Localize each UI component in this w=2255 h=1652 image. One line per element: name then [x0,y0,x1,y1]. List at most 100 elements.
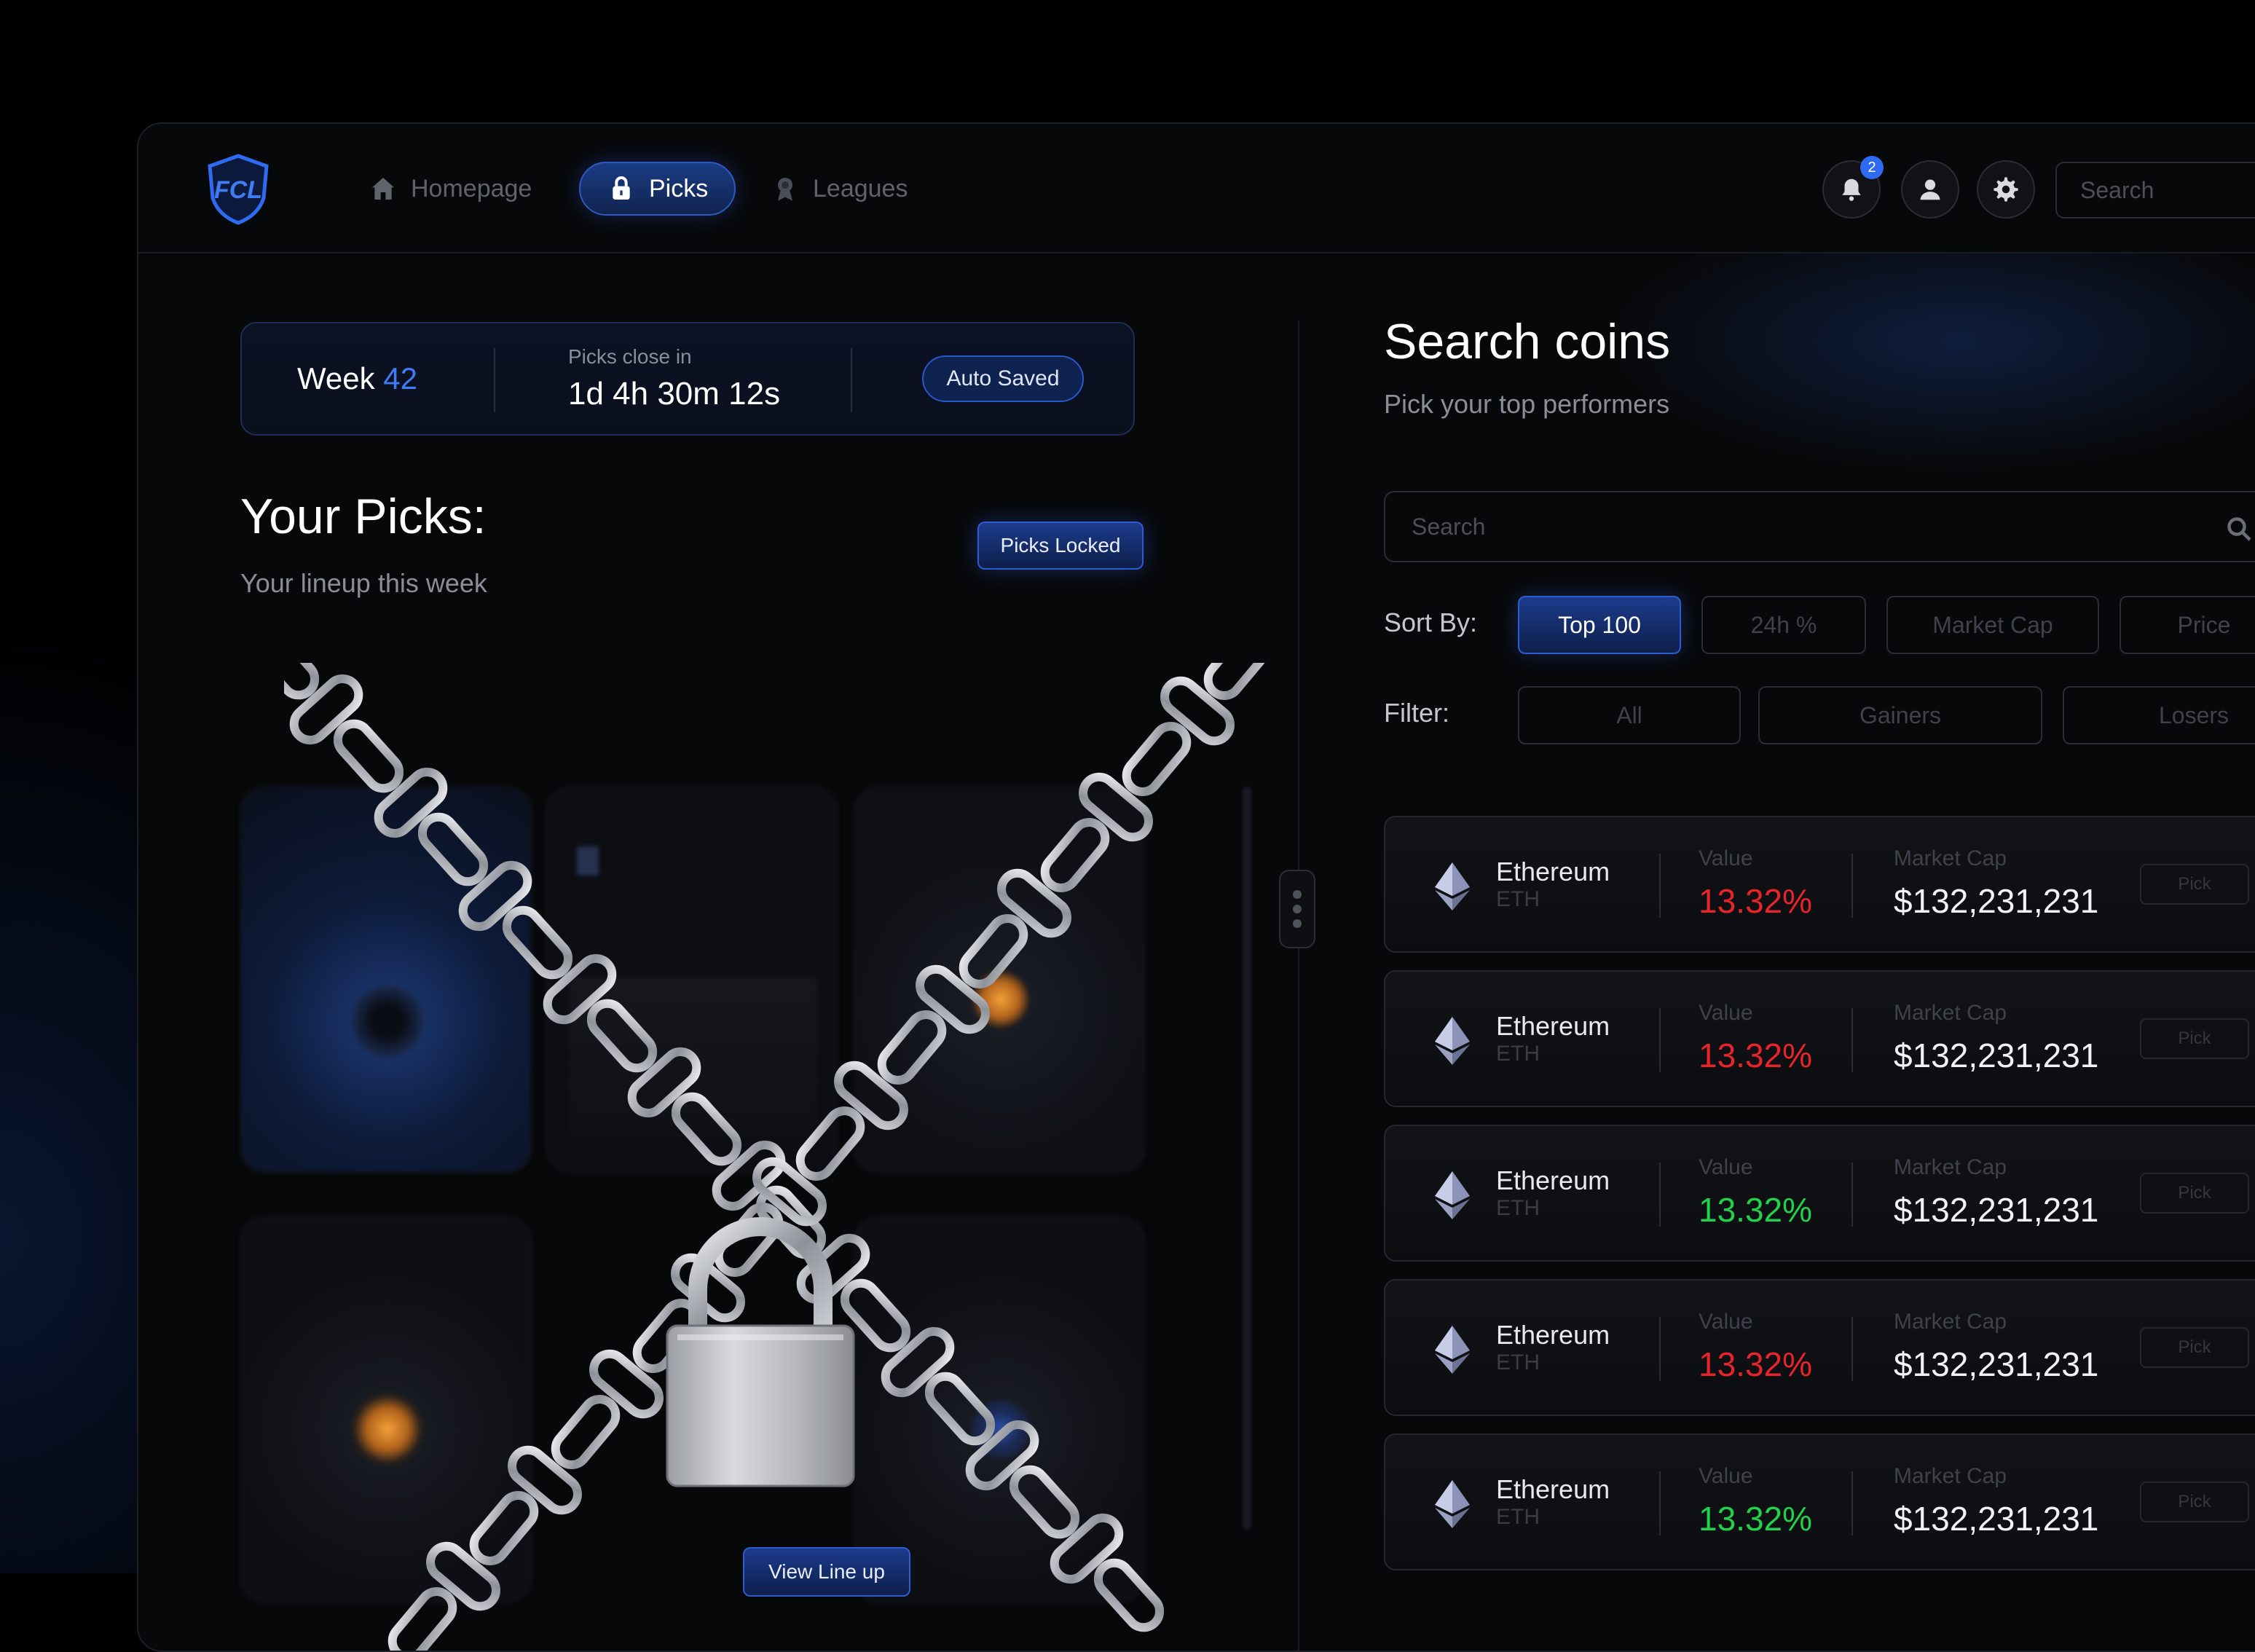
coin-market-cap: $132,231,231 [1894,882,2099,920]
coin-change-value: 13.32% [1699,882,1813,920]
padlock-icon [666,1217,855,1487]
page-background: FCL Homepage Picks Leagues 2 Search Week… [0,0,2255,1652]
chain-left [284,663,1166,1634]
app-window: FCL Homepage Picks Leagues 2 Search Week… [137,122,2255,1652]
view-lineup-button[interactable]: View Line up [743,1547,910,1597]
coin-name: Ethereum [1496,1011,1610,1041]
chains-lock-illustration [284,663,1318,1652]
pick-button[interactable]: Pick [2140,1327,2249,1368]
market-cap-label: Market Cap [1894,1464,2007,1488]
notification-count-badge: 2 [1860,156,1884,179]
sort-24h-percent[interactable]: 24h % [1701,596,1866,654]
coin-row[interactable]: Ethereum ETH Value 13.32% Market Cap $13… [1384,816,2255,953]
divider [1659,1471,1661,1535]
divider [851,348,852,412]
settings-button[interactable] [1977,160,2035,219]
home-icon [372,178,394,200]
coin-name: Ethereum [1496,857,1610,886]
chain-right [386,663,1275,1652]
coin-market-cap: $132,231,231 [1894,1500,2099,1538]
panel-glow [1304,253,2255,618]
coin-row[interactable]: Ethereum ETH Value 13.32% Market Cap $13… [1384,1125,2255,1262]
coin-market-cap: $132,231,231 [1894,1191,2099,1229]
divider [1851,1008,1853,1072]
coin-ticker: ETH [1496,1196,1540,1220]
top-navigation-bar: FCL Homepage Picks Leagues 2 Search [138,124,2255,253]
pick-button[interactable]: Pick [2140,1173,2249,1214]
bell-icon [1842,178,1861,201]
filter-all[interactable]: All [1518,686,1741,744]
sort-market-cap[interactable]: Market Cap [1886,596,2099,654]
coin-change-value: 13.32% [1699,1500,1813,1538]
coin-ticker: ETH [1496,1350,1540,1374]
ethereum-icon [1435,1171,1470,1219]
divider [1851,854,1853,918]
coin-change-value: 13.32% [1699,1037,1813,1074]
gear-icon [1994,177,2018,202]
divider [1851,1317,1853,1381]
ethereum-icon [1435,1017,1470,1065]
auto-saved-badge: Auto Saved [922,355,1084,402]
pick-button[interactable]: Pick [2140,864,2249,905]
search-coins-subtitle: Pick your top performers [1384,389,1670,419]
ethereum-icon [1435,862,1470,910]
notifications-button[interactable]: 2 [1822,156,1884,219]
coin-row[interactable]: Ethereum ETH Value 13.32% Market Cap $13… [1384,970,2255,1107]
coin-name: Ethereum [1496,1320,1610,1350]
coin-change-value: 13.32% [1699,1345,1813,1383]
your-picks-title: Your Picks: [240,489,487,544]
filter-label: Filter: [1384,698,1449,728]
value-label: Value [1699,1001,1753,1025]
nav-homepage[interactable]: Homepage [369,162,532,216]
nav-picks[interactable]: Picks [579,162,736,216]
divider [1851,1471,1853,1535]
user-icon [1920,179,1940,200]
value-label: Value [1699,1464,1753,1488]
profile-button[interactable] [1901,160,1959,219]
nav-homepage-label: Homepage [411,174,532,202]
coin-name: Ethereum [1496,1165,1610,1195]
sort-price[interactable]: Price [2120,596,2255,654]
your-picks-subtitle: Your lineup this week [240,568,487,598]
coin-ticker: ETH [1496,1505,1540,1529]
fcl-logo[interactable]: FCL [205,153,271,226]
coin-row[interactable]: Ethereum ETH Value 13.32% Market Cap $13… [1384,1433,2255,1570]
sort-by-label: Sort By: [1384,607,1478,637]
coin-ticker: ETH [1496,1042,1540,1066]
divider [1851,1163,1853,1227]
divider [1659,1008,1661,1072]
market-cap-label: Market Cap [1894,1310,2007,1334]
nav-leagues-label: Leagues [813,174,908,202]
value-label: Value [1699,1155,1753,1179]
lock-icon [613,176,630,200]
coin-row[interactable]: Ethereum ETH Value 13.32% Market Cap $13… [1384,1279,2255,1416]
svg-text:FCL: FCL [214,176,262,204]
search-coins-title: Search coins [1384,314,1671,369]
divider [494,348,495,412]
coin-market-cap: $132,231,231 [1894,1037,2099,1074]
pick-button[interactable]: Pick [2140,1482,2249,1522]
coin-search-input[interactable]: Search [1384,491,2255,562]
filter-gainers[interactable]: Gainers [1758,686,2042,744]
header-search-input[interactable]: Search [2055,162,2255,219]
pick-button[interactable]: Pick [2140,1018,2249,1059]
picks-close-countdown: 1d 4h 30m 12s [568,376,781,412]
market-cap-label: Market Cap [1894,1155,2007,1179]
nav-picks-label: Picks [649,174,709,202]
search-icon[interactable] [2226,516,2252,542]
nav-leagues[interactable]: Leagues [771,162,908,216]
award-icon [778,178,792,201]
picks-close-label: Picks close in [568,345,692,368]
ethereum-icon [1435,1326,1470,1374]
market-cap-label: Market Cap [1894,846,2007,870]
market-cap-label: Market Cap [1894,1001,2007,1025]
week-status-bar: Week 42 Picks close in 1d 4h 30m 12s Aut… [240,322,1135,436]
sort-top-100[interactable]: Top 100 [1518,596,1681,654]
divider [1659,1163,1661,1227]
week-word: Week [297,361,375,396]
filter-losers[interactable]: Losers [2063,686,2255,744]
coin-change-value: 13.32% [1699,1191,1813,1229]
coin-ticker: ETH [1496,887,1540,911]
value-label: Value [1699,846,1753,870]
coin-market-cap: $132,231,231 [1894,1345,2099,1383]
